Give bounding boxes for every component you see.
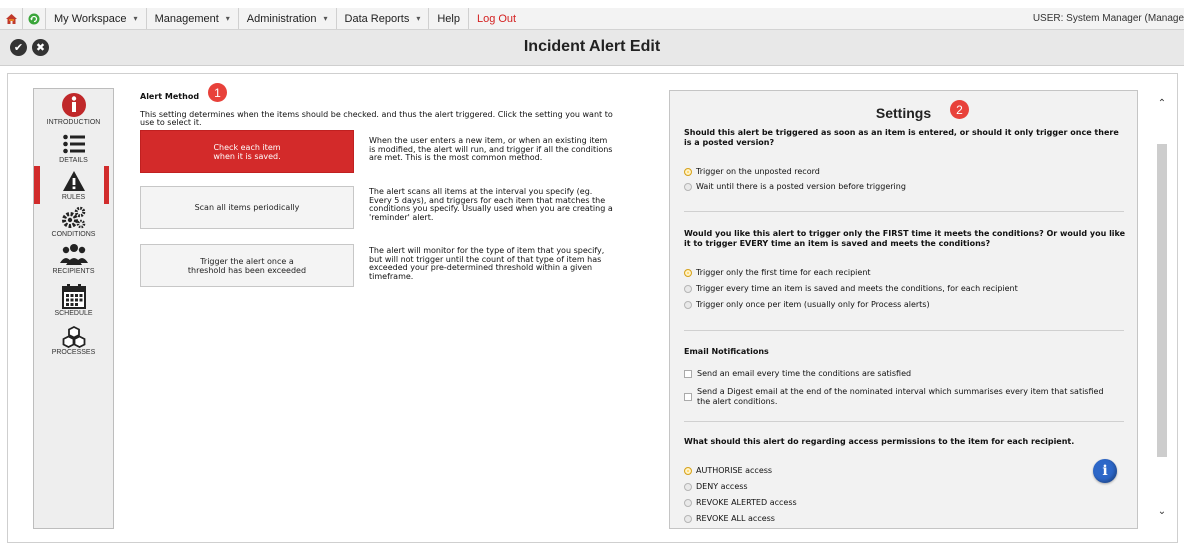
sidebar-item-rules[interactable]: RULES (34, 169, 113, 201)
question-frequency: Would you like this alert to trigger onl… (684, 229, 1126, 248)
option-description: When the user enters a new item, or when… (369, 136, 613, 163)
home-icon[interactable] (0, 8, 23, 29)
radio-selected-icon (684, 466, 692, 475)
title-bar: ✔ ✖ Incident Alert Edit (0, 30, 1184, 66)
divider (684, 330, 1124, 331)
radio-revoke-alerted-access[interactable]: REVOKE ALERTED access (684, 498, 797, 507)
radio-wait-posted[interactable]: Wait until there is a posted version bef… (684, 182, 906, 191)
sidebar-item-label: CONDITIONS (51, 231, 96, 238)
option-check-each-item-button[interactable]: Check each item when it is saved. (140, 130, 354, 173)
page-title: Incident Alert Edit (523, 38, 661, 55)
radio-trigger-unposted[interactable]: Trigger on the unposted record (684, 167, 820, 176)
wizard-sidebar: INTRODUCTION DETAILS RULES CONDITIONS RE… (33, 88, 114, 529)
sidebar-item-label: DETAILS (59, 157, 88, 164)
radio-deny-access[interactable]: DENY access (684, 482, 748, 491)
radio-first-time[interactable]: Trigger only the first time for each rec… (684, 268, 871, 277)
question-access-permissions: What should this alert do regarding acce… (684, 437, 1075, 446)
email-notifications-title: Email Notifications (684, 347, 769, 356)
sidebar-item-label: SCHEDULE (54, 310, 93, 317)
sidebar-item-label: RULES (61, 194, 86, 201)
step-badge: 1 (208, 83, 227, 102)
sidebar-item-label: PROCESSES (51, 349, 96, 356)
radio-authorise-access[interactable]: AUTHORISE access (684, 466, 772, 475)
warning-icon (62, 171, 85, 191)
menu-administration[interactable]: Administration ▾ (239, 8, 337, 29)
menu-help[interactable]: Help (429, 8, 469, 29)
alert-method-description: This setting determines when the items s… (140, 110, 613, 127)
sidebar-item-introduction[interactable]: INTRODUCTION (34, 92, 113, 126)
info-icon (61, 93, 86, 117)
gears-icon (61, 206, 85, 229)
checkbox-digest-email[interactable]: Send a Digest email at the end of the no… (684, 387, 1109, 407)
calendar-icon (61, 284, 86, 309)
scrollbar-thumb[interactable] (1157, 144, 1167, 457)
top-menu-bar: My Workspace ▾ Management ▾ Administration… (0, 8, 1184, 30)
sidebar-item-schedule[interactable]: SCHEDULE (34, 283, 113, 317)
option-description: The alert will monitor for the type of i… (369, 246, 605, 282)
sidebar-item-conditions[interactable]: CONDITIONS (34, 206, 113, 238)
scroll-up-icon[interactable]: ⌃ (1155, 96, 1169, 110)
radio-icon (684, 514, 692, 523)
question-posting: Should this alert be triggered as soon a… (684, 128, 1119, 147)
chevron-down-icon: ▾ (416, 14, 421, 23)
cubes-icon (62, 326, 85, 348)
option-threshold-button[interactable]: Trigger the alert once a threshold has b… (140, 244, 354, 287)
sidebar-item-recipients[interactable]: RECIPIENTS (34, 243, 113, 275)
radio-revoke-all-access[interactable]: REVOKE ALL access (684, 514, 775, 523)
list-icon (62, 134, 85, 154)
divider (684, 211, 1124, 212)
sidebar-item-label: INTRODUCTION (46, 119, 101, 126)
radio-once-per-item[interactable]: Trigger only once per item (usually only… (684, 300, 930, 309)
current-user: USER: System Manager (Manage (1032, 13, 1184, 24)
checkbox-icon (684, 393, 692, 401)
sidebar-item-processes[interactable]: PROCESSES (34, 326, 113, 356)
divider (684, 421, 1124, 422)
settings-scrollbar[interactable]: ⌃ ⌄ (1155, 90, 1169, 527)
checkbox-email-every-time[interactable]: Send an email every time the conditions … (684, 369, 1109, 379)
people-icon (59, 244, 88, 265)
radio-every-time[interactable]: Trigger every time an item is saved and … (684, 284, 1018, 293)
sidebar-item-details[interactable]: DETAILS (34, 132, 113, 164)
scroll-down-icon[interactable]: ⌄ (1155, 504, 1169, 518)
radio-icon (684, 498, 692, 507)
option-description: The alert scans all items at the interva… (369, 187, 613, 223)
menu-management[interactable]: Management ▾ (147, 8, 239, 29)
settings-panel: Settings 2 Should this alert be triggere… (669, 90, 1138, 529)
radio-selected-icon (684, 167, 692, 176)
refresh-icon[interactable] (23, 8, 46, 29)
logout-link[interactable]: Log Out (469, 8, 524, 29)
settings-title: Settings (875, 105, 932, 121)
chevron-down-icon: ▾ (133, 14, 138, 23)
radio-icon (684, 182, 692, 191)
menu-my-workspace[interactable]: My Workspace ▾ (46, 8, 147, 29)
radio-icon (684, 482, 692, 491)
info-icon[interactable]: i (1093, 459, 1117, 483)
menu-data-reports[interactable]: Data Reports ▾ (337, 8, 430, 29)
radio-selected-icon (684, 268, 692, 277)
chevron-down-icon: ▾ (225, 14, 230, 23)
chevron-down-icon: ▾ (323, 14, 328, 23)
checkbox-icon (684, 370, 692, 378)
alert-method-title: Alert Method (140, 92, 200, 101)
option-scan-periodically-button[interactable]: Scan all items periodically (140, 186, 354, 229)
sidebar-item-label: RECIPIENTS (52, 268, 95, 275)
step-badge: 2 (950, 100, 969, 119)
radio-icon (684, 300, 692, 309)
radio-icon (684, 284, 692, 293)
